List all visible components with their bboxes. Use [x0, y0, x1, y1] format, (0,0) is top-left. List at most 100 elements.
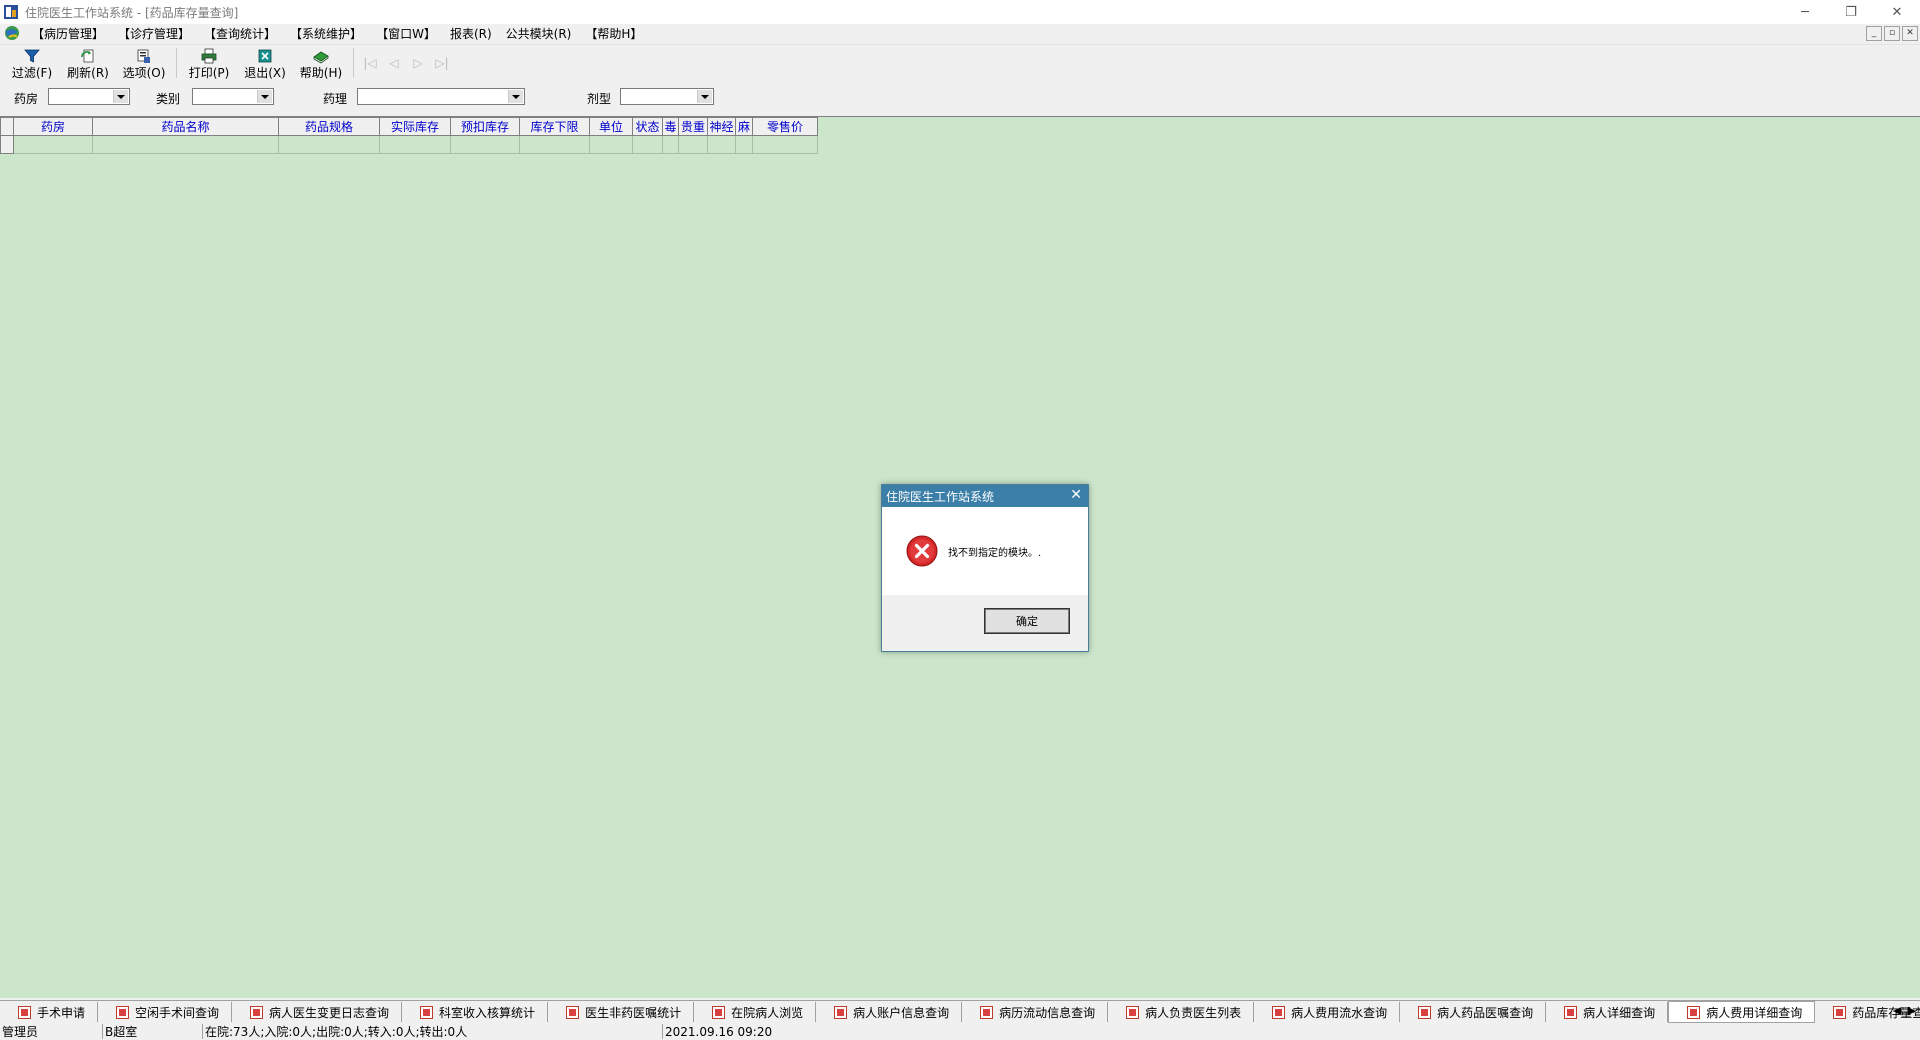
form-icon — [250, 1005, 264, 1019]
menu-window[interactable]: 【窗口W】 — [376, 25, 436, 42]
menu-public-modules[interactable]: 公共模块(R) — [506, 25, 572, 42]
chevron-down-icon[interactable] — [697, 90, 712, 103]
dialog-close-button[interactable]: ✕ — [1070, 487, 1082, 503]
column-header[interactable]: 实际库存 — [379, 117, 451, 136]
grid-cell[interactable] — [13, 135, 93, 154]
form-icon — [1418, 1005, 1432, 1019]
grid-cell[interactable] — [632, 135, 663, 154]
ok-button[interactable]: 确定 — [984, 608, 1070, 634]
error-icon — [906, 535, 938, 567]
first-record-button[interactable]: |◁ — [358, 45, 382, 81]
form-icon — [1687, 1005, 1701, 1019]
options-icon — [137, 49, 150, 63]
grid-cell[interactable] — [678, 135, 708, 154]
grid-cell[interactable] — [735, 135, 753, 154]
tabs-scroll-left-button[interactable]: ◀ — [1893, 1004, 1901, 1017]
options-button[interactable]: 选项(O) — [116, 45, 172, 81]
tabs-scroll-right-button[interactable]: ▶ — [1908, 1004, 1916, 1017]
window-tab[interactable]: 病人详细查询 — [1546, 1002, 1669, 1022]
column-header[interactable]: 药房 — [13, 117, 93, 136]
column-header[interactable]: 库存下限 — [519, 117, 590, 136]
menu-reports[interactable]: 报表(R) — [450, 25, 492, 42]
column-header[interactable]: 贵重 — [678, 117, 708, 136]
window-tab[interactable]: 科室收入核算统计 — [402, 1002, 549, 1022]
window-tab[interactable]: 病人药品医嘱查询 — [1400, 1002, 1547, 1022]
mdi-restore-button[interactable]: ▫ — [1884, 26, 1900, 41]
close-button[interactable]: ✕ — [1874, 0, 1920, 24]
window-tab[interactable]: 在院病人浏览 — [694, 1002, 817, 1022]
dialog-message: 找不到指定的模块。. — [948, 547, 1042, 559]
form-icon — [980, 1005, 994, 1019]
form-icon — [1564, 1005, 1578, 1019]
window-tab-label: 空闲手术间查询 — [135, 1005, 220, 1020]
restore-button[interactable]: ❐ — [1828, 0, 1874, 24]
window-tab[interactable]: 病人账户信息查询 — [816, 1002, 963, 1022]
row-header[interactable] — [0, 135, 14, 154]
column-header[interactable]: 预扣库存 — [450, 117, 520, 136]
mdi-minimize-button[interactable]: _ — [1866, 26, 1882, 41]
drug-stock-grid[interactable]: 药房 药品名称 药品规格 实际库存 预扣库存 库存下限 单位 状态 毒 贵重 神… — [0, 117, 818, 154]
menu-bar: 【病历管理】 【诊疗管理】 【查询统计】 【系统维护】 【窗口W】 报表(R) … — [0, 24, 1920, 42]
next-record-button[interactable]: ▷ — [406, 45, 430, 81]
last-record-button[interactable]: ▷| — [430, 45, 454, 81]
grid-cell[interactable] — [589, 135, 633, 154]
exit-button[interactable]: 退出(X) — [237, 45, 293, 81]
window-tab[interactable]: 手术申请 — [0, 1002, 99, 1022]
status-bar: 管理员 B超室 在院:73人;入院:0人;出院:0人;转入:0人;转出:0人 2… — [0, 1023, 1920, 1040]
menu-medical-records[interactable]: 【病历管理】 — [32, 25, 104, 42]
column-header[interactable]: 状态 — [632, 117, 663, 136]
column-header[interactable]: 毒 — [662, 117, 679, 136]
grid-cell[interactable] — [662, 135, 679, 154]
window-tab[interactable]: 病人医生变更日志查询 — [232, 1002, 403, 1022]
menu-system-maintenance[interactable]: 【系统维护】 — [290, 25, 362, 42]
options-label: 选项(O) — [122, 66, 166, 80]
previous-record-button[interactable]: ◁ — [382, 45, 406, 81]
form-icon — [1833, 1005, 1847, 1019]
column-header[interactable]: 神经 — [707, 117, 736, 136]
dosage-form-combo[interactable] — [620, 88, 714, 105]
grid-cell[interactable] — [752, 135, 818, 154]
pharmacology-combo[interactable] — [357, 88, 525, 105]
pharmacy-combo[interactable] — [48, 88, 130, 105]
window-tab[interactable]: 空闲手术间查询 — [98, 1002, 233, 1022]
window-tab[interactable]: 病人费用流水查询 — [1254, 1002, 1401, 1022]
chevron-down-icon[interactable] — [113, 90, 128, 103]
filter-button[interactable]: 过滤(F) — [4, 45, 60, 81]
grid-cell[interactable] — [450, 135, 520, 154]
window-tab[interactable]: 病人负责医生列表 — [1108, 1002, 1255, 1022]
form-icon — [712, 1005, 726, 1019]
grid-cell[interactable] — [278, 135, 380, 154]
column-header[interactable]: 药品规格 — [278, 117, 380, 136]
grid-cell[interactable] — [707, 135, 736, 154]
menu-query-statistics[interactable]: 【查询统计】 — [204, 25, 276, 42]
form-icon — [18, 1005, 31, 1019]
chevron-down-icon[interactable] — [257, 90, 272, 103]
refresh-label: 刷新(R) — [67, 66, 109, 80]
menu-treatment[interactable]: 【诊疗管理】 — [118, 25, 190, 42]
window-tab[interactable]: 医生非药医嘱统计 — [548, 1002, 695, 1022]
minimize-button[interactable]: ─ — [1782, 0, 1828, 24]
window-tab[interactable]: 病历流动信息查询 — [962, 1002, 1109, 1022]
refresh-button[interactable]: 刷新(R) — [60, 45, 116, 81]
column-header[interactable]: 药品名称 — [92, 117, 279, 136]
status-user: 管理员 — [0, 1024, 103, 1039]
dialog-title-bar[interactable]: 住院医生工作站系统 ✕ — [882, 485, 1088, 507]
help-button[interactable]: 帮助(H) — [293, 45, 349, 81]
column-header[interactable]: 麻 — [735, 117, 753, 136]
chevron-down-icon[interactable] — [508, 90, 523, 103]
grid-cell[interactable] — [379, 135, 451, 154]
mdi-close-button[interactable]: ✕ — [1902, 26, 1918, 41]
table-row[interactable] — [0, 135, 818, 154]
window-tab-label: 科室收入核算统计 — [439, 1005, 536, 1020]
window-tab-active[interactable]: 病人费用详细查询 — [1668, 1001, 1816, 1023]
grid-cell[interactable] — [92, 135, 279, 154]
print-button[interactable]: 打印(P) — [181, 45, 237, 81]
column-header[interactable]: 单位 — [589, 117, 633, 136]
grid-header-row: 药房 药品名称 药品规格 实际库存 预扣库存 库存下限 单位 状态 毒 贵重 神… — [0, 117, 818, 136]
menu-help[interactable]: 【帮助H】 — [585, 25, 642, 42]
row-header-corner — [0, 117, 14, 136]
window-tab-label: 在院病人浏览 — [731, 1005, 804, 1020]
category-combo[interactable] — [192, 88, 274, 105]
column-header[interactable]: 零售价 — [752, 117, 818, 136]
grid-cell[interactable] — [519, 135, 590, 154]
